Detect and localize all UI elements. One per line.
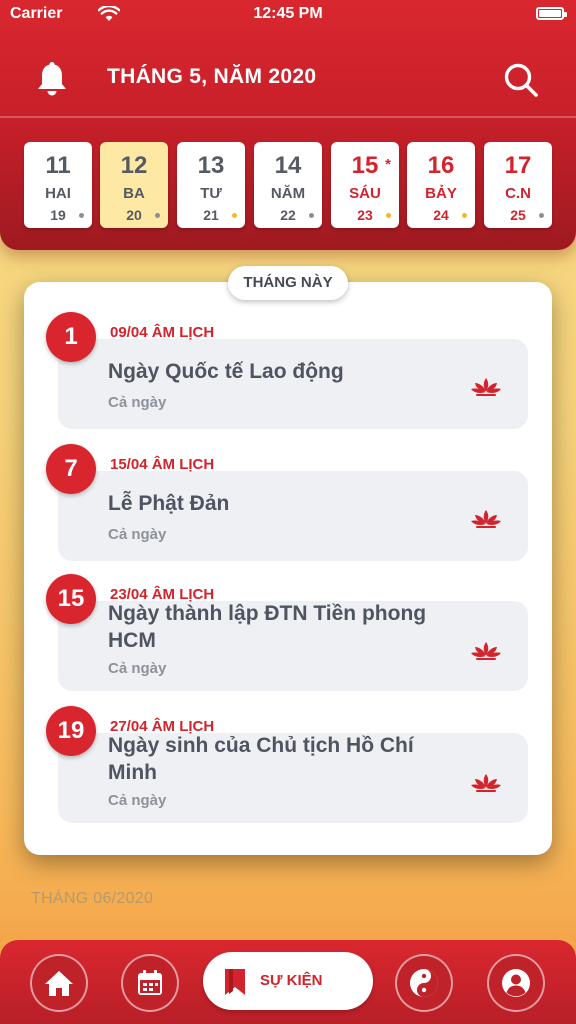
- event-day-badge: 19: [46, 706, 96, 756]
- weekday-name: SÁU: [349, 185, 381, 202]
- day-number: 14: [274, 152, 302, 179]
- tab-events[interactable]: SỰ KIỆN: [203, 952, 373, 1010]
- day-16[interactable]: 16 BẢY 24: [407, 142, 475, 228]
- home-icon: [45, 971, 73, 996]
- event-dot: [79, 213, 84, 218]
- lotus-icon: [470, 508, 502, 530]
- header: Carrier 12:45 PM THÁNG 5, NĂM 2020 11 HAI…: [0, 0, 576, 250]
- user-icon: [502, 969, 530, 997]
- weekday-name: NĂM: [270, 185, 306, 202]
- tab-calendar[interactable]: [121, 954, 179, 1012]
- event-dot: [386, 213, 391, 218]
- weekday-name: HAI: [45, 185, 71, 202]
- yin-yang-icon: [410, 969, 438, 997]
- day-number: 12: [120, 152, 148, 179]
- weekday-name: TƯ: [200, 185, 222, 202]
- day-number: 16: [427, 152, 455, 179]
- status-time: 12:45 PM: [253, 5, 323, 22]
- event-duration: Cả ngày: [108, 792, 167, 809]
- month-title[interactable]: THÁNG 5, NĂM 2020: [107, 65, 316, 89]
- bell-icon[interactable]: [34, 60, 70, 98]
- event-duration: Cả ngày: [108, 526, 167, 543]
- event-item[interactable]: 19 27/04 ÂM LỊCH Ngày sinh của Chủ tịch Hồ…: [24, 706, 552, 823]
- lotus-icon: [470, 772, 502, 794]
- day-number: 13: [197, 152, 225, 179]
- day-number: 11: [45, 152, 71, 179]
- day-17[interactable]: 17 C.N 25: [484, 142, 552, 228]
- battery-icon: [536, 7, 567, 20]
- tab-home[interactable]: [30, 954, 88, 1012]
- event-dot: [462, 213, 467, 218]
- day-12[interactable]: 12 BA 20: [100, 142, 168, 228]
- event-dot: [232, 213, 237, 218]
- status-bar: Carrier 12:45 PM: [0, 0, 576, 30]
- event-title: Ngày thành lập ĐTN Tiền phong HCM: [108, 602, 427, 652]
- event-lunar-date: 09/04 ÂM LỊCH: [110, 324, 215, 341]
- event-day-badge: 15: [46, 574, 96, 624]
- weekday-name: BẢY: [425, 185, 457, 202]
- day-15[interactable]: 15 * SÁU 23: [331, 142, 399, 228]
- day-number: 17: [504, 152, 532, 179]
- tab-profile[interactable]: [487, 954, 545, 1012]
- week-strip: 11 HAI 19 12 BA 20 13 TƯ 21 14 NĂM 22 15 * SÁU 23 16 BẢY 2…: [24, 142, 552, 228]
- event-day-badge: 1: [46, 312, 96, 362]
- header-divider: [0, 116, 576, 118]
- event-lunar-date: 15/04 ÂM LỊCH: [110, 456, 215, 473]
- lotus-icon: [470, 376, 502, 398]
- tab-events-label: SỰ KIỆN: [260, 972, 323, 989]
- event-item[interactable]: 1 09/04 ÂM LỊCH Ngày Quốc tế Lao động Cả ng…: [24, 312, 552, 429]
- holiday-marker: *: [385, 156, 391, 173]
- event-dot: [539, 213, 544, 218]
- day-13[interactable]: 13 TƯ 21: [177, 142, 245, 228]
- events-card: 1 09/04 ÂM LỊCH Ngày Quốc tế Lao động Cả ng…: [24, 282, 552, 855]
- bookmark-icon: [225, 969, 245, 995]
- weekday-name: C.N: [505, 185, 531, 202]
- day-14[interactable]: 14 NĂM 22: [254, 142, 322, 228]
- event-item[interactable]: 7 15/04 ÂM LỊCH Lễ Phật Đản Cả ngày: [24, 444, 552, 561]
- event-duration: Cả ngày: [108, 394, 167, 411]
- calendar-icon: [138, 970, 162, 995]
- event-dot: [155, 213, 160, 218]
- weekday-name: BA: [123, 185, 145, 202]
- event-title: Ngày Quốc tế Lao động: [108, 360, 344, 383]
- lotus-icon: [470, 640, 502, 662]
- event-duration: Cả ngày: [108, 660, 167, 677]
- event-title: Lễ Phật Đản: [108, 492, 230, 515]
- event-dot: [309, 213, 314, 218]
- tab-yin-yang[interactable]: [395, 954, 453, 1012]
- section-label: THÁNG NÀY: [228, 266, 348, 300]
- next-month-label[interactable]: THÁNG 06/2020: [31, 890, 153, 908]
- search-icon[interactable]: [503, 62, 539, 98]
- event-title: Ngày sinh của Chủ tịch Hồ Chí Minh: [108, 734, 414, 784]
- event-item[interactable]: 15 23/04 ÂM LỊCH Ngày thành lập ĐTN Tiền p…: [24, 574, 552, 691]
- day-11[interactable]: 11 HAI 19: [24, 142, 92, 228]
- event-day-badge: 7: [46, 444, 96, 494]
- tab-bar: SỰ KIỆN: [0, 940, 576, 1024]
